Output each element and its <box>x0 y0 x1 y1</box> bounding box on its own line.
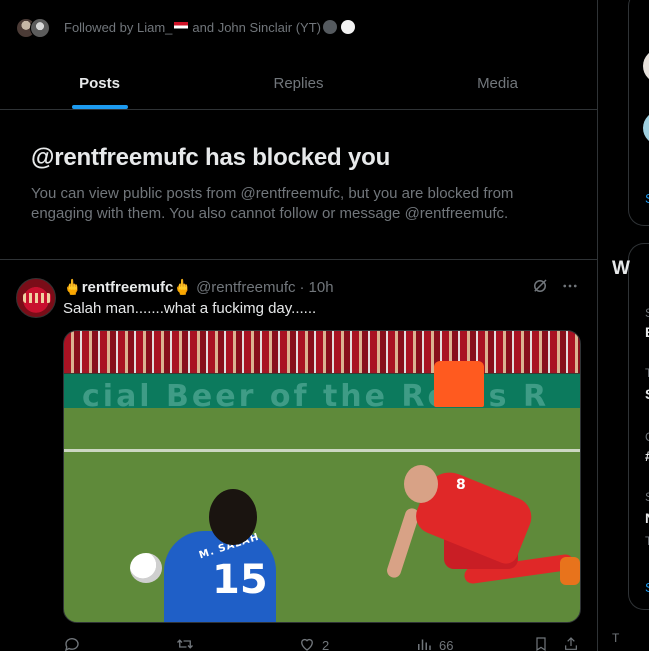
trend-title[interactable]: N <box>645 510 649 526</box>
profile-timeline: Followed by Liam_ and John Sinclair (YT)… <box>0 0 598 651</box>
trend-context: S <box>645 490 649 504</box>
trend-context: S <box>645 306 649 320</box>
egypt-flag-icon <box>174 22 189 32</box>
profile-tabs: Posts Replies Media <box>0 58 597 110</box>
tweet-action-bar: 2 66 <box>63 633 583 651</box>
grok-icon[interactable] <box>531 277 549 299</box>
tweet-author-name[interactable]: rentfreemufc <box>82 279 174 296</box>
tweet-top-actions <box>531 277 579 299</box>
trend-title[interactable]: E <box>645 324 649 340</box>
player-boot <box>560 557 580 585</box>
tab-replies[interactable]: Replies <box>199 58 398 109</box>
views-button[interactable]: 66 <box>415 635 453 651</box>
heart-icon <box>298 635 316 651</box>
avatar[interactable] <box>643 111 649 145</box>
blue-player-head <box>209 489 257 545</box>
blue-player-number: 15 <box>212 557 268 603</box>
tab-posts[interactable]: Posts <box>0 58 199 109</box>
view-count: 66 <box>439 637 454 651</box>
steward-figure <box>434 361 484 407</box>
tweet-author-handle[interactable]: @rentfreemufc <box>196 279 295 296</box>
bookmark-button[interactable] <box>533 635 549 651</box>
white-circle-icon <box>341 20 356 34</box>
reply-icon <box>63 635 81 651</box>
trends-card: S E T S C # S N T S <box>628 243 649 610</box>
avatar-image <box>23 293 51 303</box>
reply-button[interactable] <box>63 635 87 651</box>
trend-posts: T <box>645 534 649 548</box>
retweet-button[interactable] <box>175 635 201 651</box>
dark-circle-icon <box>323 20 338 34</box>
separator-dot: · <box>299 278 305 296</box>
tweet-media-image[interactable]: cial Beer of the Re us R 8 M. SALAH 15 <box>63 330 581 623</box>
blocked-notice: @rentfreemufc has blocked you You can vi… <box>0 110 597 260</box>
trend-context: C <box>645 430 649 444</box>
tab-label: Media <box>477 75 518 92</box>
tab-label: Replies <box>273 75 324 92</box>
who-to-follow-card: S <box>628 0 649 226</box>
share-button[interactable] <box>563 635 579 651</box>
bookmark-icon <box>533 635 549 651</box>
tab-media[interactable]: Media <box>398 58 597 109</box>
red-player-head <box>404 465 438 503</box>
share-icon <box>563 635 579 651</box>
tab-label: Posts <box>79 75 120 92</box>
retweet-icon <box>175 635 195 651</box>
like-button[interactable]: 2 <box>298 635 329 651</box>
avatar <box>30 18 50 38</box>
show-more-link[interactable]: S <box>645 580 649 595</box>
trend-title[interactable]: S <box>645 386 649 402</box>
avatar[interactable] <box>643 49 649 83</box>
more-icon[interactable] <box>561 277 579 299</box>
trend-title[interactable]: # <box>645 448 649 464</box>
active-tab-indicator <box>71 105 128 109</box>
followed-by-row[interactable]: Followed by Liam_ and John Sinclair (YT) <box>16 14 356 40</box>
like-count: 2 <box>322 637 330 651</box>
tweet-header: 🖕 rentfreemufc 🖕 @rentfreemufc · 10h <box>63 277 334 297</box>
views-icon <box>415 635 433 651</box>
tweet-text: Salah man.......what a fuckimg day...... <box>63 300 317 317</box>
footer-links[interactable]: T <box>612 631 619 645</box>
followers-you-know-avatars[interactable] <box>16 16 54 38</box>
trend-context: T <box>645 366 649 380</box>
middle-finger-emoji: 🖕 <box>173 279 193 296</box>
tweet-timestamp[interactable]: 10h <box>309 279 334 296</box>
show-more-link[interactable]: S <box>645 191 649 206</box>
tweet[interactable]: 🖕 rentfreemufc 🖕 @rentfreemufc · 10h Sal… <box>0 261 597 651</box>
crowd-background <box>64 331 580 373</box>
blocked-title: @rentfreemufc has blocked you <box>31 144 391 171</box>
blocked-description: You can view public posts from @rentfree… <box>31 185 514 222</box>
red-player-number: 8 <box>456 477 466 493</box>
tweet-author-avatar[interactable] <box>16 278 56 318</box>
pitch-line <box>64 449 580 452</box>
followed-by-text: Followed by Liam_ <box>64 19 173 35</box>
followed-by-text-2: and John Sinclair (YT) <box>192 19 322 35</box>
middle-finger-emoji: 🖕 <box>63 279 82 296</box>
football <box>130 553 162 583</box>
trends-title: W <box>612 258 630 279</box>
right-sidebar: S S E T S C # S N T S W T <box>598 0 649 651</box>
